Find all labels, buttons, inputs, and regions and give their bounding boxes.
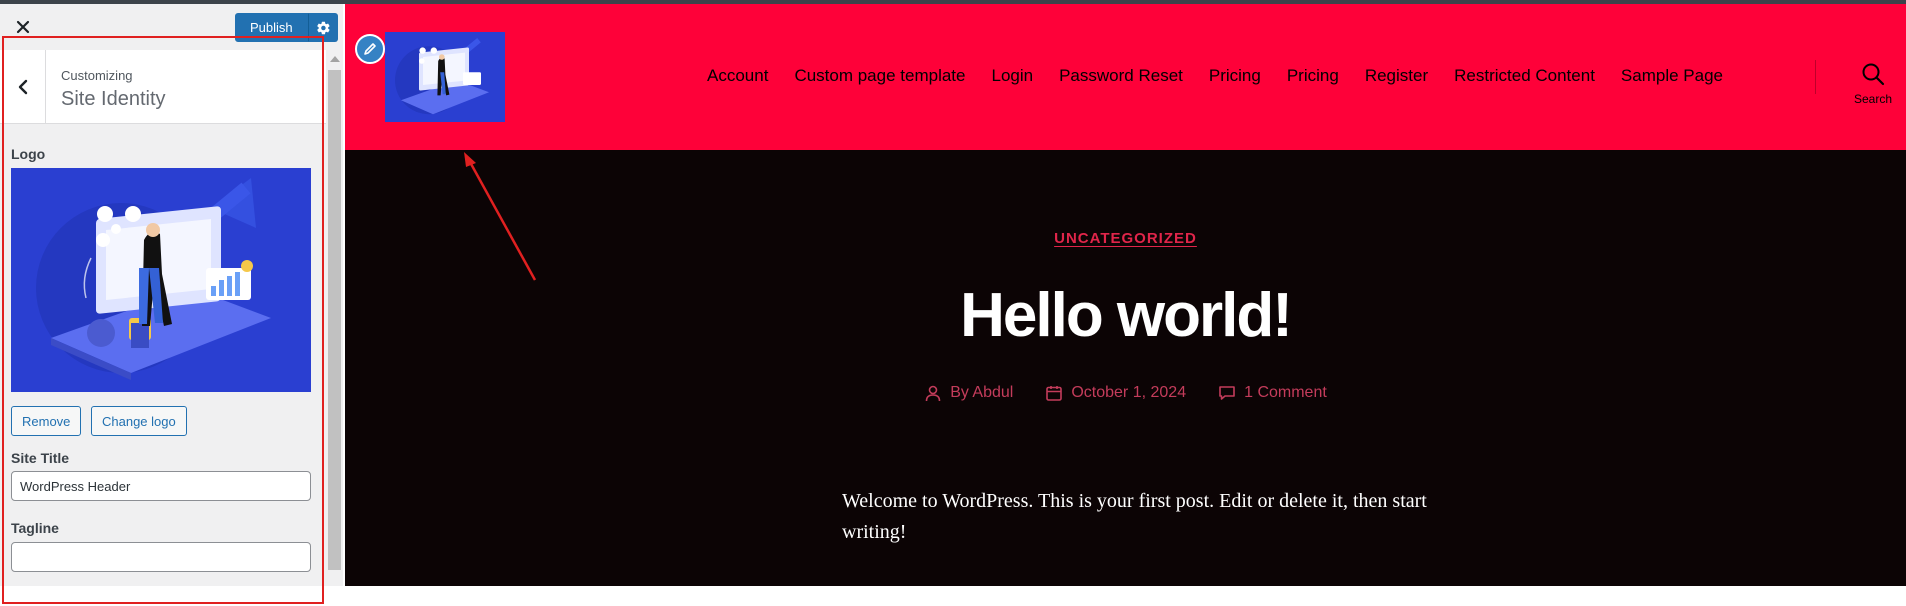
customizer-header: Publish (0, 4, 343, 50)
post-date: October 1, 2024 (1045, 384, 1186, 402)
tagline-input[interactable] (11, 542, 311, 572)
customizer-sidebar: Publish Customizing Site Identity Logo R… (0, 4, 343, 586)
tagline-label: Tagline (11, 520, 59, 536)
header-divider (1815, 60, 1816, 94)
post-author: By Abdul (924, 384, 1013, 402)
logo-preview-image[interactable] (11, 168, 311, 392)
comment-icon (1219, 386, 1235, 400)
close-icon (16, 20, 30, 34)
site-identity-panel: Customizing Site Identity Logo Remove Ch… (0, 50, 326, 586)
nav-item-account[interactable]: Account (707, 66, 768, 86)
nav-item-restricted-content[interactable]: Restricted Content (1454, 66, 1595, 86)
post-category: UNCATEGORIZED (345, 230, 1906, 248)
category-link[interactable]: UNCATEGORIZED (1054, 230, 1197, 247)
customizing-label: Customizing (61, 68, 133, 83)
author-link[interactable]: By Abdul (950, 384, 1013, 402)
sidebar-scrollbar[interactable] (326, 50, 343, 586)
comments-link[interactable]: 1 Comment (1244, 384, 1327, 402)
site-logo[interactable] (385, 32, 505, 122)
post-title: Hello world! (960, 281, 1293, 350)
logo-illustration (11, 168, 311, 392)
preview-bottom-edge (345, 586, 1906, 606)
search-icon (1862, 63, 1885, 86)
site-preview: Account Custom page template Login Passw… (345, 4, 1906, 586)
nav-item-sample-page[interactable]: Sample Page (1621, 66, 1723, 86)
post-meta: By Abdul October 1, 2024 1 Comment (345, 384, 1906, 402)
site-title-input[interactable] (11, 471, 311, 501)
site-logo-illustration (385, 32, 505, 122)
change-logo-button[interactable]: Change logo (91, 406, 187, 436)
section-header: Customizing Site Identity (0, 50, 326, 124)
publish-settings-button[interactable] (307, 13, 338, 42)
publish-button[interactable]: Publish (235, 13, 308, 42)
nav-item-password-reset[interactable]: Password Reset (1059, 66, 1183, 86)
gear-icon (316, 21, 330, 34)
nav-item-register[interactable]: Register (1365, 66, 1428, 86)
remove-logo-button[interactable]: Remove (11, 406, 82, 436)
chevron-left-icon (18, 79, 27, 94)
close-customizer-button[interactable] (10, 14, 36, 40)
nav-item-custom-page-template[interactable]: Custom page template (794, 66, 965, 86)
logo-label: Logo (11, 146, 46, 162)
site-header: Account Custom page template Login Passw… (345, 4, 1906, 150)
date-link[interactable]: October 1, 2024 (1071, 384, 1186, 402)
post-comments: 1 Comment (1218, 384, 1327, 402)
scroll-up-arrow-icon[interactable] (330, 56, 340, 62)
edit-logo-shortcut[interactable] (355, 34, 385, 64)
search-toggle[interactable]: Search (1845, 62, 1901, 106)
pencil-icon (364, 43, 376, 55)
search-label: Search (1853, 92, 1893, 106)
back-button[interactable] (0, 50, 46, 123)
section-title: Site Identity (61, 88, 166, 110)
scrollbar-thumb[interactable] (328, 70, 341, 570)
post-content: Welcome to WordPress. This is your first… (842, 490, 1427, 543)
nav-item-login[interactable]: Login (991, 66, 1033, 86)
nav-item-pricing-2[interactable]: Pricing (1287, 66, 1339, 86)
nav-item-pricing[interactable]: Pricing (1209, 66, 1261, 86)
user-icon (925, 385, 941, 402)
calendar-icon (1046, 386, 1063, 401)
site-title-label: Site Title (11, 450, 70, 466)
primary-navigation: Account Custom page template Login Passw… (707, 66, 1749, 86)
publish-group: Publish (235, 13, 338, 42)
